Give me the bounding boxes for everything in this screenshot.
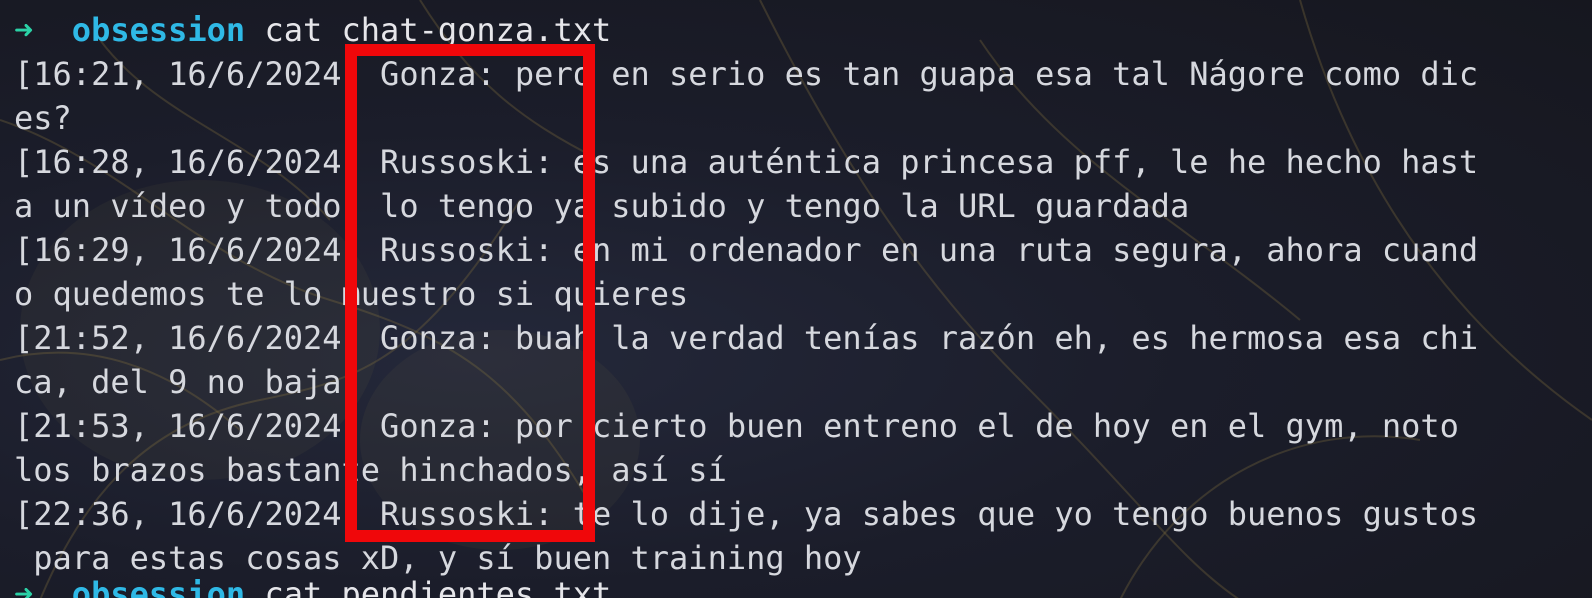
output-line: [16:29, 16/6/2024] Russoski: en mi orden… bbox=[14, 231, 1479, 269]
terminal-output: ➜ obsession cat chat-gonza.txt [16:21, 1… bbox=[14, 8, 1592, 580]
terminal-window[interactable]: ➜ obsession cat chat-gonza.txt [16:21, 1… bbox=[0, 0, 1592, 598]
next-prompt-command: cat pendientes.txt bbox=[264, 575, 612, 598]
output-line: [22:36, 16/6/2024] Russoski: te lo dije,… bbox=[14, 495, 1479, 533]
prompt-arrow-icon: ➜ bbox=[14, 11, 34, 49]
prompt-line: ➜ obsession cat chat-gonza.txt bbox=[14, 8, 1592, 52]
output-line: o quedemos te lo muestro si quieres bbox=[14, 275, 689, 313]
next-prompt-arrow-icon: ➜ bbox=[14, 575, 34, 598]
output-line: [21:53, 16/6/2024] Gonza: por cierto bue… bbox=[14, 407, 1479, 445]
output-line: es? bbox=[14, 99, 72, 137]
prompt-directory: obsession bbox=[71, 11, 246, 49]
next-prompt-directory: obsession bbox=[71, 575, 246, 598]
next-prompt-line: ➜ obsession cat pendientes.txt bbox=[14, 572, 611, 598]
output-line: ca, del 9 no baja bbox=[14, 363, 342, 401]
output-line: [16:21, 16/6/2024] Gonza: pero en serio … bbox=[14, 55, 1479, 93]
output-line: los brazos bastante hinchados, así sí bbox=[14, 451, 727, 489]
red-highlight-box bbox=[345, 44, 595, 542]
output-line: [21:52, 16/6/2024] Gonza: buah la verdad… bbox=[14, 319, 1479, 357]
output-line: a un vídeo y todo, lo tengo ya subido y … bbox=[14, 187, 1190, 225]
output-line: [16:28, 16/6/2024] Russoski: es una auté… bbox=[14, 143, 1479, 181]
